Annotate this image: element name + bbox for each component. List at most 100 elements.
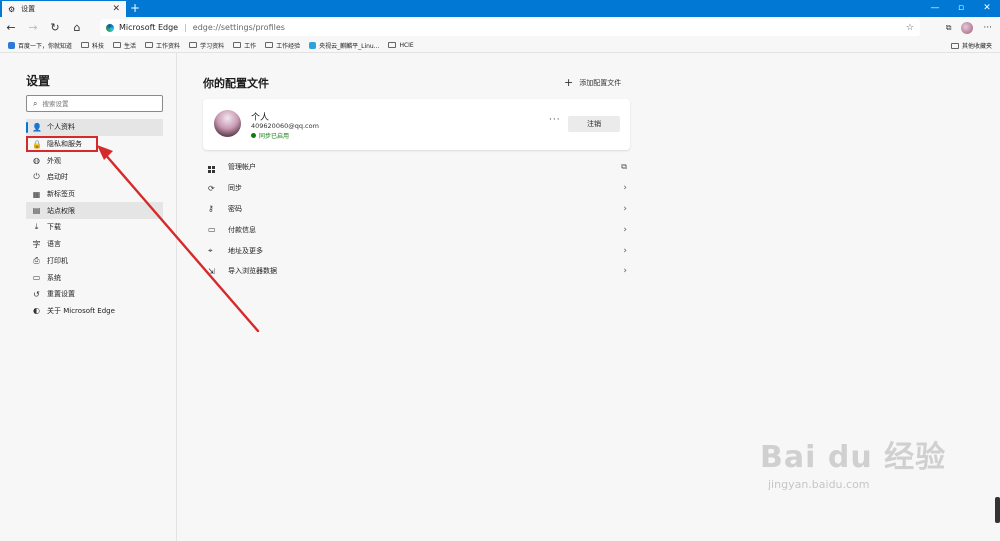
omnibox-url[interactable]: edge://settings/profiles xyxy=(193,23,285,32)
favorite-label: 工作资料 xyxy=(156,42,181,50)
sidebar-item-startup[interactable]: ⏻ 启动时 xyxy=(26,169,163,186)
close-window-button[interactable]: ✕ xyxy=(974,0,1000,17)
language-icon: 字 xyxy=(32,239,41,249)
sidebar-item-downloads[interactable]: ⤓ 下载 xyxy=(26,219,163,236)
chevron-right-icon: › xyxy=(623,203,627,214)
sidebar-item-label: 系统 xyxy=(47,273,61,282)
menu-row-payment[interactable]: ▭ 付款信息 › xyxy=(203,219,630,240)
palette-icon: ◍ xyxy=(33,156,40,166)
profile-avatar-button[interactable] xyxy=(961,21,974,34)
signout-button[interactable]: 注销 xyxy=(568,116,620,132)
power-icon: ⏻ xyxy=(33,172,40,182)
sidebar-item-label: 站点权限 xyxy=(47,206,75,215)
external-link-icon: ⧉ xyxy=(621,162,627,172)
manage-account-icon xyxy=(208,162,222,173)
system-icon: ▭ xyxy=(32,273,41,283)
menu-row-label: 同步 xyxy=(228,184,242,193)
chevron-right-icon: › xyxy=(623,266,627,277)
favorite-folder[interactable]: 工作经验 xyxy=(265,41,300,50)
favorite-item[interactable]: 百度一下，你就知道 xyxy=(8,41,72,50)
omnibox-site: Microsoft Edge xyxy=(119,23,179,32)
menu-row-manage-account[interactable]: 管理帐户 ⧉ xyxy=(203,157,630,178)
favorite-item[interactable]: 央视云_麒麟平_Linu... xyxy=(309,41,379,50)
favorite-label: 生活 xyxy=(124,42,137,50)
refresh-icon[interactable]: ↻ xyxy=(44,21,66,34)
sidebar-item-site-permissions[interactable]: ▤ 站点权限 xyxy=(26,202,163,220)
menu-row-addresses[interactable]: ⌖ 地址及更多 › xyxy=(203,240,630,261)
sidebar-item-label: 新标签页 xyxy=(47,190,75,199)
sidebar-item-newtab[interactable]: ▦ 新标签页 xyxy=(26,186,163,203)
add-profile-label: 添加配置文件 xyxy=(579,78,622,87)
settings-sidebar: 设置 ⌕ 👤 个人资料 🔒 隐私和服务 ◍ 外观 ⏻ 启动时 ▦ 新标签页 ▤ … xyxy=(0,53,177,541)
favorite-folder[interactable]: 科技 xyxy=(81,41,104,50)
menu-row-sync[interactable]: ⟳ 同步 › xyxy=(203,178,630,199)
menu-row-label: 导入浏览器数据 xyxy=(228,267,277,276)
cloud-icon xyxy=(309,41,317,49)
search-input[interactable] xyxy=(42,99,153,108)
favorite-folder[interactable]: HCIE xyxy=(388,42,414,49)
reset-icon: ↺ xyxy=(33,289,40,299)
chevron-right-icon: › xyxy=(623,224,627,235)
favorite-label: 百度一下，你就知道 xyxy=(18,42,73,50)
favorite-label: 工作经验 xyxy=(276,42,301,50)
collections-icon[interactable]: ⧉ xyxy=(946,23,952,33)
restore-button[interactable]: ▫ xyxy=(948,0,974,17)
favorite-label: 工作 xyxy=(244,42,257,50)
key-icon: ⚷ xyxy=(208,204,214,214)
sidebar-item-reset[interactable]: ↺ 重置设置 xyxy=(26,286,163,303)
favorite-folder[interactable]: 工作资料 xyxy=(145,41,180,50)
address-bar[interactable]: Microsoft Edge | edge://settings/profile… xyxy=(100,19,920,36)
site-permissions-icon: ▤ xyxy=(32,206,41,216)
sync-status: 同步已启用 xyxy=(251,131,289,140)
watermark-sub: jingyan.baidu.com xyxy=(768,478,870,491)
more-options-icon[interactable]: ··· xyxy=(549,115,561,125)
tab-bar: ⚙ 设置 ✕ + — ▫ ✕ xyxy=(0,0,1000,17)
sidebar-item-printers[interactable]: ⎙ 打印机 xyxy=(26,253,163,270)
favorite-folder[interactable]: 生活 xyxy=(113,41,136,50)
menu-row-label: 地址及更多 xyxy=(228,246,263,255)
favorite-label: 央视云_麒麟平_Linu... xyxy=(319,42,380,50)
sidebar-item-languages[interactable]: 字 语言 xyxy=(26,236,163,253)
sidebar-item-system[interactable]: ▭ 系统 xyxy=(26,269,163,286)
sidebar-title: 设置 xyxy=(26,74,51,88)
menu-row-label: 付款信息 xyxy=(228,225,256,234)
back-icon[interactable]: ← xyxy=(0,21,22,34)
favorite-folder[interactable]: 学习资料 xyxy=(189,41,224,50)
close-tab-icon[interactable]: ✕ xyxy=(112,4,120,14)
folder-icon xyxy=(189,42,198,48)
tab-settings[interactable]: ⚙ 设置 ✕ xyxy=(2,1,126,17)
minimize-button[interactable]: — xyxy=(922,0,948,17)
forward-icon[interactable]: → xyxy=(22,21,44,34)
paw-icon xyxy=(8,41,15,49)
home-icon[interactable]: ⌂ xyxy=(66,21,88,34)
favorite-label: 学习资料 xyxy=(200,42,225,50)
card-icon: ▭ xyxy=(208,225,216,235)
menu-row-import[interactable]: ⇲ 导入浏览器数据 › xyxy=(203,261,630,282)
folder-icon xyxy=(81,42,90,48)
other-favorites[interactable]: 其他收藏夹 xyxy=(950,38,992,53)
sidebar-item-about[interactable]: ◐ 关于 Microsoft Edge xyxy=(26,303,163,320)
add-profile-button[interactable]: + 添加配置文件 xyxy=(564,76,621,89)
folder-icon xyxy=(113,42,122,48)
newtab-icon: ▦ xyxy=(32,189,41,199)
person-icon: 👤 xyxy=(32,122,42,132)
star-icon[interactable]: ☆ xyxy=(906,23,914,33)
new-tab-button[interactable]: + xyxy=(130,1,140,15)
import-icon: ⇲ xyxy=(208,266,215,276)
annotation-highlight-box xyxy=(26,136,98,152)
folder-icon xyxy=(388,42,397,48)
more-menu-icon[interactable]: ··· xyxy=(983,23,992,33)
menu-row-label: 密码 xyxy=(228,204,242,213)
menu-row-passwords[interactable]: ⚷ 密码 › xyxy=(203,199,630,220)
sidebar-item-appearance[interactable]: ◍ 外观 xyxy=(26,152,163,169)
toolbar-right: ⧉ ··· xyxy=(946,17,1000,38)
side-handle[interactable] xyxy=(995,497,1000,523)
sidebar-item-label: 启动时 xyxy=(47,173,68,182)
folder-icon xyxy=(950,42,959,49)
profile-settings-list: 管理帐户 ⧉ ⟳ 同步 › ⚷ 密码 › ▭ 付款信息 › ⌖ 地址及更多 › … xyxy=(203,157,630,282)
folder-icon xyxy=(265,42,274,48)
favorite-folder[interactable]: 工作 xyxy=(233,41,256,50)
sidebar-item-profiles[interactable]: 👤 个人资料 xyxy=(26,119,163,136)
sidebar-item-label: 打印机 xyxy=(47,256,68,265)
search-settings-box[interactable]: ⌕ xyxy=(26,95,163,112)
